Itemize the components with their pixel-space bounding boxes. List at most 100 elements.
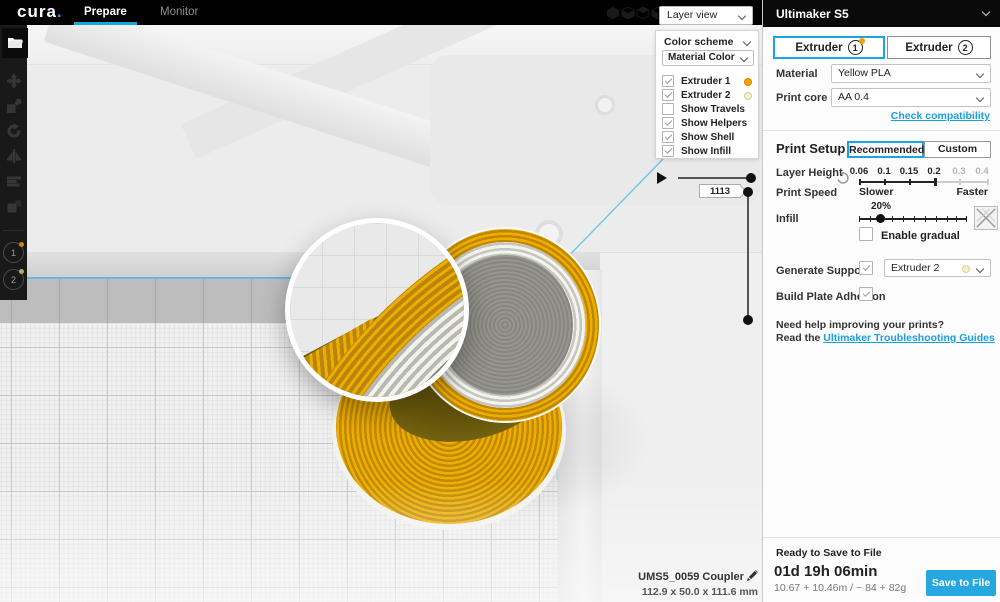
speed-faster-label: Faster: [956, 186, 988, 198]
show-shell-row: Show Shell: [662, 131, 754, 144]
extruder-1-number: 1: [848, 40, 863, 55]
mode-recommended-tab[interactable]: Recommended: [847, 141, 924, 158]
mirror-tool[interactable]: [5, 147, 22, 164]
sidebar-extruder-2-button[interactable]: 2: [3, 269, 24, 290]
extruder-2-material-dot: [19, 269, 24, 274]
build-plate-adhesion-checkbox[interactable]: [859, 287, 873, 301]
tool-sidebar: 1 2: [0, 25, 27, 300]
extruder-2-checkbox[interactable]: [662, 89, 674, 101]
sidebar-extruder-1-button[interactable]: 1: [3, 242, 24, 263]
extruder-2-number: 2: [958, 40, 973, 55]
show-travels-checkbox[interactable]: [662, 103, 674, 115]
infill-value: 20%: [871, 201, 891, 212]
print-core-dropdown[interactable]: AA 0.4: [831, 88, 991, 107]
chevron-down-icon: [738, 12, 746, 20]
extruder-2-tab[interactable]: Extruder 2: [887, 36, 991, 59]
slider-tick: [859, 216, 860, 222]
layer-height-0.06[interactable]: 0.06: [847, 166, 871, 177]
support-extruder-dropdown[interactable]: Extruder 2: [884, 259, 991, 277]
color-scheme-dropdown[interactable]: Material Color: [662, 50, 754, 66]
slider-tick: [870, 216, 871, 222]
tab-monitor[interactable]: Monitor: [160, 0, 198, 25]
slider-tick: [914, 216, 915, 222]
open-file-button[interactable]: [2, 28, 28, 58]
extruder-1-visibility-row: Extruder 1: [662, 75, 754, 88]
infill-pattern-icon[interactable]: [974, 206, 998, 230]
save-to-file-button[interactable]: Save to File: [926, 570, 996, 596]
show-helpers-checkbox[interactable]: [662, 117, 674, 129]
view-mode-dropdown[interactable]: Layer view: [659, 6, 753, 25]
machine-header[interactable]: Ultimaker S5: [763, 0, 1000, 27]
layer-height-0.4[interactable]: 0.4: [970, 166, 994, 177]
material-label: Material: [776, 68, 818, 80]
show-infill-checkbox[interactable]: [662, 145, 674, 157]
generate-support-label: Generate Support: [776, 265, 869, 277]
layer-height-slider-track[interactable]: [859, 181, 935, 183]
rename-pencil-icon[interactable]: [747, 570, 758, 581]
section-divider: [763, 130, 1000, 131]
mode-custom-tab[interactable]: Custom: [924, 141, 991, 158]
checkmark-icon: [665, 90, 673, 98]
extruder-1-material-dot: [19, 242, 24, 247]
chevron-down-icon: [976, 265, 984, 273]
material-usage-estimate: 10.67 + 10.46m / ~ 84 + 82g: [774, 582, 906, 594]
move-tool[interactable]: [5, 72, 22, 89]
3d-viewport[interactable]: [0, 25, 762, 602]
per-model-settings-tool[interactable]: [5, 172, 22, 189]
infill-slider-handle[interactable]: [876, 214, 885, 223]
print-setup-title: Print Setup: [776, 141, 845, 156]
slider-tick: [987, 179, 989, 185]
enable-gradual-label: Enable gradual: [881, 230, 960, 242]
checkmark-icon: [863, 263, 871, 271]
color-scheme-title: Color scheme: [664, 36, 733, 48]
chevron-down-icon: [982, 8, 990, 16]
simulation-slider-handle[interactable]: [746, 173, 756, 183]
scale-tool[interactable]: [5, 97, 22, 114]
slider-tick: [936, 216, 937, 222]
3d-view-icon[interactable]: [606, 6, 620, 20]
layer-height-0.1[interactable]: 0.1: [872, 166, 896, 177]
check-compatibility-link[interactable]: Check compatibility: [891, 110, 990, 122]
layer-height-label: Layer Height: [776, 167, 843, 179]
output-status: Ready to Save to File: [776, 547, 882, 559]
slider-tick: [956, 216, 957, 222]
top-view-icon[interactable]: [636, 6, 650, 20]
current-layer-value: 1113: [699, 184, 741, 198]
extruder-1-material-dot: [859, 38, 865, 44]
chevron-down-icon: [976, 70, 984, 78]
layer-slider-track[interactable]: [747, 191, 749, 320]
checkmark-icon: [665, 146, 673, 154]
enable-gradual-checkbox[interactable]: [859, 227, 873, 241]
slider-tick: [925, 216, 926, 222]
show-travels-row: Show Travels: [662, 103, 754, 116]
extruder-1-tab[interactable]: Extruder 1: [773, 36, 885, 59]
rotate-tool[interactable]: [5, 122, 22, 139]
show-infill-row: Show Infill: [662, 145, 754, 158]
material-dropdown[interactable]: Yellow PLA: [831, 64, 991, 83]
logo-dot: .: [57, 2, 63, 21]
troubleshooting-guides-link[interactable]: Ultimaker Troubleshooting Guides: [823, 332, 995, 344]
tab-prepare[interactable]: Prepare: [84, 0, 127, 25]
front-view-icon[interactable]: [621, 6, 635, 20]
extruder-1-checkbox[interactable]: [662, 75, 674, 87]
extruder-2-color-dot: [744, 92, 752, 100]
simulation-play-button[interactable]: [657, 172, 667, 184]
support-blocker-tool[interactable]: [5, 197, 22, 214]
layer-height-slider-track-disabled[interactable]: [935, 181, 989, 183]
layer-slider-top-handle[interactable]: [743, 187, 753, 197]
slider-tick: [884, 179, 886, 185]
layer-height-0.2[interactable]: 0.2: [922, 166, 946, 177]
slider-tick: [909, 179, 911, 185]
layer-height-0.15[interactable]: 0.15: [897, 166, 921, 177]
layer-height-slider-handle[interactable]: [934, 178, 937, 186]
layer-slider-bottom-handle[interactable]: [743, 315, 753, 325]
generate-support-checkbox[interactable]: [859, 261, 873, 275]
collapse-chevron-icon[interactable]: [743, 38, 751, 46]
print-core-label: Print core: [776, 92, 827, 104]
simulation-slider-track[interactable]: [678, 177, 751, 179]
show-shell-checkbox[interactable]: [662, 131, 674, 143]
layer-view-settings-panel: Color scheme Material Color Extruder 1 E…: [655, 30, 759, 159]
checkmark-icon: [665, 132, 673, 140]
machine-name: Ultimaker S5: [776, 7, 849, 21]
layer-height-0.3[interactable]: 0.3: [947, 166, 971, 177]
